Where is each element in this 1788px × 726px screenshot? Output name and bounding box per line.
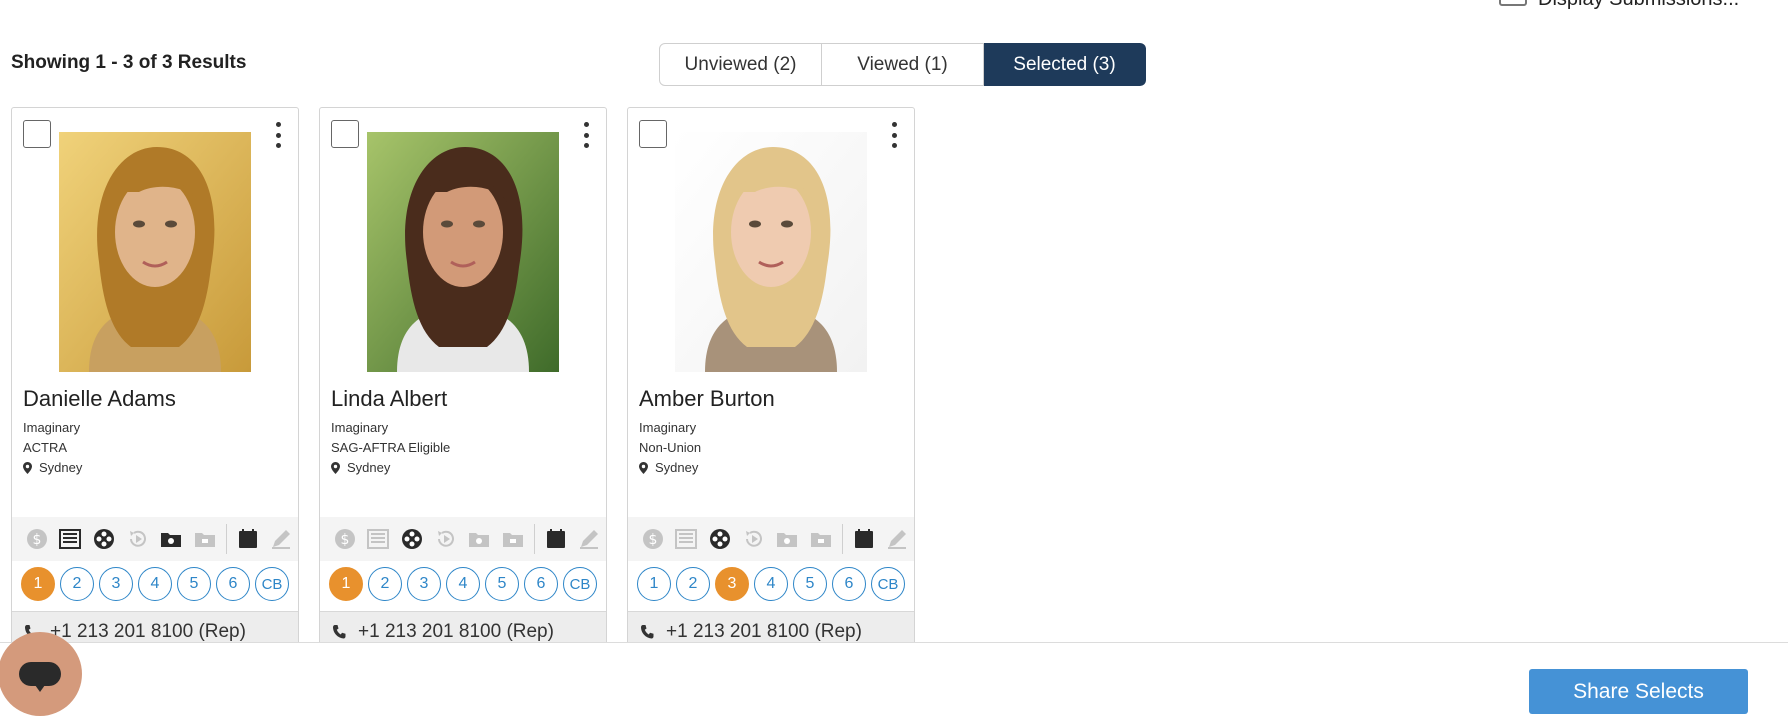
reel-icon[interactable] <box>87 524 121 554</box>
view-tabs: Unviewed (2) Viewed (1) Selected (3) <box>659 43 1146 86</box>
round-button-4[interactable]: 4 <box>446 567 480 601</box>
pencil-icon <box>264 524 298 554</box>
icon-divider <box>841 524 843 554</box>
round-button-1[interactable]: 1 <box>329 567 363 601</box>
talent-name[interactable]: Amber Burton <box>639 386 775 412</box>
round-button-6[interactable]: 6 <box>832 567 866 601</box>
phone-number: +1 213 201 8100 (Rep) <box>358 620 554 642</box>
phone-number: +1 213 201 8100 (Rep) <box>50 620 246 642</box>
round-button-3[interactable]: 3 <box>715 567 749 601</box>
svg-text:$: $ <box>32 532 41 548</box>
chat-bubble-icon <box>19 662 61 692</box>
phone-number: +1 213 201 8100 (Rep) <box>666 620 862 642</box>
talent-agency: Imaginary <box>23 420 81 435</box>
play-history-icon <box>737 524 771 554</box>
round-button-6[interactable]: 6 <box>216 567 250 601</box>
play-history-icon <box>429 524 463 554</box>
headshot-photo[interactable] <box>59 132 251 372</box>
phone-icon <box>641 624 654 638</box>
talent-name[interactable]: Linda Albert <box>331 386 447 412</box>
play-history-icon <box>121 524 155 554</box>
round-button-4[interactable]: 4 <box>754 567 788 601</box>
tab-viewed[interactable]: Viewed (1) <box>822 43 984 86</box>
folder-icon <box>804 524 838 554</box>
folder-camera-icon <box>463 524 497 554</box>
talent-agency: Imaginary <box>331 420 389 435</box>
talent-union: Non-Union <box>639 440 702 455</box>
round-button-1[interactable]: 1 <box>637 567 671 601</box>
headshot-photo[interactable] <box>367 132 559 372</box>
round-callback-button[interactable]: CB <box>871 567 905 601</box>
folder-camera-icon <box>771 524 805 554</box>
resume-icon <box>670 524 704 554</box>
round-button-2[interactable]: 2 <box>676 567 710 601</box>
tab-selected[interactable]: Selected (3) <box>984 43 1146 86</box>
round-button-6[interactable]: 6 <box>524 567 558 601</box>
svg-text:$: $ <box>648 532 657 548</box>
talent-union: ACTRA <box>23 440 68 455</box>
share-selects-button[interactable]: Share Selects <box>1529 669 1748 714</box>
calendar-icon[interactable] <box>847 524 881 554</box>
card-icon-bar: $ <box>628 517 914 561</box>
chat-launcher[interactable] <box>0 632 82 716</box>
dollar-icon: $ <box>20 524 54 554</box>
folder-icon <box>188 524 222 554</box>
round-callback-button[interactable]: CB <box>255 567 289 601</box>
dollar-icon: $ <box>328 524 362 554</box>
card-select-checkbox[interactable] <box>639 120 667 148</box>
card-icon-bar: $ <box>12 517 298 561</box>
folder-camera-icon[interactable] <box>155 524 189 554</box>
round-button-5[interactable]: 5 <box>177 567 211 601</box>
round-button-2[interactable]: 2 <box>368 567 402 601</box>
talent-location: Sydney <box>39 460 83 475</box>
more-options-icon[interactable] <box>272 122 284 148</box>
talent-location: Sydney <box>347 460 391 475</box>
round-button-5[interactable]: 5 <box>793 567 827 601</box>
display-submissions-checkbox[interactable] <box>1499 0 1527 6</box>
round-button-3[interactable]: 3 <box>407 567 441 601</box>
tab-unviewed[interactable]: Unviewed (2) <box>659 43 822 86</box>
talent-card: Danielle Adams Imaginary ACTRA Sydney $ … <box>11 107 299 647</box>
talent-union: SAG-AFTRA Eligible <box>331 440 451 455</box>
calendar-icon[interactable] <box>539 524 573 554</box>
pencil-icon <box>572 524 606 554</box>
footer-bar <box>0 642 1788 726</box>
talent-location: Sydney <box>655 460 699 475</box>
card-select-checkbox[interactable] <box>23 120 51 148</box>
pencil-icon <box>880 524 914 554</box>
reel-icon[interactable] <box>395 524 429 554</box>
more-options-icon[interactable] <box>888 122 900 148</box>
icon-divider <box>533 524 535 554</box>
round-selector: 1 2 3 4 5 6 CB <box>329 567 597 601</box>
talent-card: Amber Burton Imaginary Non-Union Sydney … <box>627 107 915 647</box>
reel-icon[interactable] <box>703 524 737 554</box>
card-select-checkbox[interactable] <box>331 120 359 148</box>
card-icon-bar: $ <box>320 517 606 561</box>
resume-icon <box>362 524 396 554</box>
round-button-3[interactable]: 3 <box>99 567 133 601</box>
round-button-1[interactable]: 1 <box>21 567 55 601</box>
calendar-icon[interactable] <box>231 524 265 554</box>
dollar-icon: $ <box>636 524 670 554</box>
talent-agency: Imaginary <box>639 420 697 435</box>
more-options-icon[interactable] <box>580 122 592 148</box>
icon-divider <box>225 524 227 554</box>
svg-text:$: $ <box>340 532 349 548</box>
folder-icon <box>496 524 530 554</box>
round-button-4[interactable]: 4 <box>138 567 172 601</box>
round-selector: 1 2 3 4 5 6 CB <box>21 567 289 601</box>
round-callback-button[interactable]: CB <box>563 567 597 601</box>
round-selector: 1 2 3 4 5 6 CB <box>637 567 905 601</box>
talent-card: Linda Albert Imaginary SAG-AFTRA Eligibl… <box>319 107 607 647</box>
resume-icon[interactable] <box>54 524 88 554</box>
display-submissions-label: Display Submissions... <box>1538 0 1739 11</box>
results-count: Showing 1 - 3 of 3 Results <box>11 52 247 73</box>
round-button-5[interactable]: 5 <box>485 567 519 601</box>
round-button-2[interactable]: 2 <box>60 567 94 601</box>
talent-name[interactable]: Danielle Adams <box>23 386 176 412</box>
phone-icon <box>333 624 346 638</box>
headshot-photo[interactable] <box>675 132 867 372</box>
